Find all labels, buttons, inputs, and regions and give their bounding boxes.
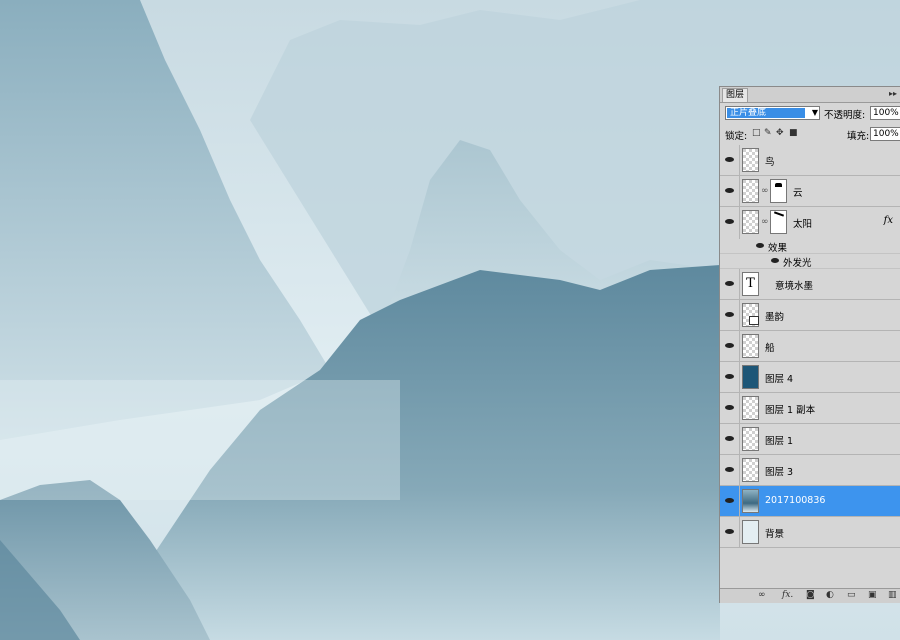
layer-mask-thumbnail[interactable] [770, 179, 787, 203]
layer-thumbnail [742, 365, 759, 389]
layer-row[interactable]: 图层 4 [720, 362, 900, 393]
trash-icon[interactable]: ▥ [888, 590, 897, 601]
eye-icon[interactable] [723, 371, 737, 383]
lock-label: 锁定: [725, 131, 748, 142]
eye-icon[interactable] [756, 243, 764, 248]
lock-icon[interactable]: ■ [789, 128, 798, 139]
layer-name: 云 [793, 188, 803, 199]
link-icon[interactable]: ∞ [761, 186, 769, 196]
brush-icon[interactable]: ✎ [764, 128, 772, 139]
layer-row[interactable]: T 意境水墨 [720, 269, 900, 300]
adjustment-icon[interactable]: ◐ [826, 590, 834, 601]
link-layers-icon[interactable]: ∞ [758, 590, 766, 601]
eye-icon[interactable] [723, 526, 737, 538]
link-icon[interactable]: ∞ [761, 217, 769, 227]
tab-layers[interactable]: 图层 [722, 88, 749, 102]
panel-tabbar: 图层 ▸▸ [720, 87, 900, 103]
mask-icon[interactable]: ◙ [806, 590, 815, 601]
layer-name: 图层 1 副本 [765, 405, 816, 416]
layer-name: 船 [765, 343, 775, 354]
layer-thumbnail [742, 489, 759, 513]
move-icon[interactable]: ✥ [776, 128, 784, 139]
layer-thumbnail [742, 179, 759, 203]
fx-icon[interactable]: fx. [782, 590, 793, 601]
smart-object-thumbnail [742, 303, 759, 327]
layer-name: 太阳 [793, 219, 813, 230]
layer-row[interactable]: ∞ 太阳 fx [720, 207, 900, 239]
opacity-label: 不透明度: [824, 110, 866, 121]
effects-row[interactable]: 效果 [720, 239, 900, 254]
layer-thumbnail [742, 334, 759, 358]
layer-name: 背景 [765, 529, 785, 540]
lock-transparent-icon[interactable]: □ [752, 128, 761, 139]
layer-thumbnail [742, 458, 759, 482]
eye-icon[interactable] [723, 154, 737, 166]
layer-thumbnail [742, 427, 759, 451]
effect-item[interactable]: 外发光 [720, 254, 900, 269]
layer-name: 鸟 [765, 157, 775, 168]
panel-bottom-toolbar: ∞ fx. ◙ ◐ ▭ ▣ ▥ [720, 588, 900, 603]
lock-fill-row: 锁定: □ ✎ ✥ ■ 填充: 100% [724, 127, 900, 143]
layer-row[interactable]: ∞ 云 [720, 176, 900, 207]
effect-name: 外发光 [783, 258, 812, 269]
fx-icon[interactable]: fx [884, 215, 893, 226]
layer-mask-thumbnail[interactable] [770, 210, 787, 234]
eye-icon[interactable] [771, 258, 779, 263]
layer-row-selected[interactable]: 2017100836 [720, 486, 900, 517]
layer-thumbnail [742, 396, 759, 420]
blend-mode-select[interactable]: 正片叠底 ▼ [725, 106, 820, 120]
layer-row[interactable]: 图层 1 副本 [720, 393, 900, 424]
text-layer-thumbnail: T [742, 272, 759, 296]
layer-thumbnail [742, 148, 759, 172]
eye-icon[interactable] [723, 495, 737, 507]
layer-name: 意境水墨 [775, 281, 814, 292]
layer-row[interactable]: 背景 [720, 517, 900, 548]
collapse-icon[interactable]: ▸▸ [889, 88, 897, 100]
layer-row[interactable]: 船 [720, 331, 900, 362]
layer-name: 2017100836 [765, 495, 826, 506]
blend-mode-value: 正片叠底 [727, 108, 805, 118]
layer-name: 图层 3 [765, 467, 794, 478]
eye-icon[interactable] [723, 402, 737, 414]
layer-name: 图层 4 [765, 374, 794, 385]
layer-row[interactable]: 图层 1 [720, 424, 900, 455]
eye-icon[interactable] [723, 464, 737, 476]
new-layer-icon[interactable]: ▣ [868, 590, 877, 601]
opacity-input[interactable]: 100% [870, 106, 900, 120]
eye-icon[interactable] [723, 278, 737, 290]
eye-icon[interactable] [723, 185, 737, 197]
layer-row[interactable]: 图层 3 [720, 455, 900, 486]
group-folder-icon[interactable]: ▭ [847, 590, 856, 601]
fill-input[interactable]: 100% [870, 127, 900, 141]
fill-label: 填充: [847, 131, 870, 142]
layer-row[interactable]: 墨韵 [720, 300, 900, 331]
chevron-down-icon: ▼ [811, 108, 818, 117]
layers-panel: 图层 ▸▸ 正片叠底 ▼ 不透明度: 100% 锁定: □ ✎ ✥ ■ 填充: … [719, 86, 900, 603]
layer-name: 图层 1 [765, 436, 794, 447]
eye-icon[interactable] [723, 309, 737, 321]
layer-name: 墨韵 [765, 312, 785, 323]
layer-thumbnail [742, 520, 759, 544]
blend-opacity-row: 正片叠底 ▼ 不透明度: 100% [724, 106, 900, 122]
layer-thumbnail [742, 210, 759, 234]
eye-icon[interactable] [723, 340, 737, 352]
effects-label: 效果 [768, 243, 788, 254]
eye-icon[interactable] [723, 433, 737, 445]
layer-row[interactable]: 鸟 [720, 145, 900, 176]
eye-icon[interactable] [723, 216, 737, 228]
